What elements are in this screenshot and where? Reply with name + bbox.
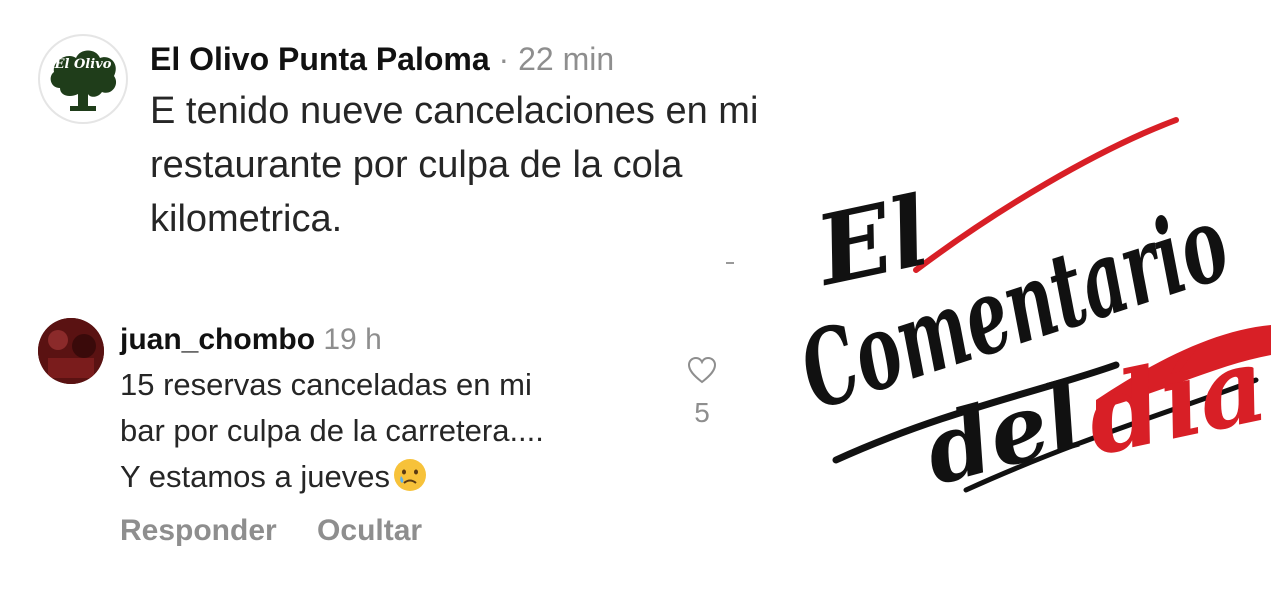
- username[interactable]: juan_chombo: [120, 323, 315, 356]
- comment-text-line: Y estamos a jueves: [120, 459, 390, 494]
- heart-icon[interactable]: [687, 356, 717, 384]
- avatar[interactable]: El Olivo: [38, 34, 128, 124]
- separator: ·: [498, 41, 510, 77]
- comment-text-line: 15 reservas canceladas en mi: [120, 367, 532, 402]
- comment-text: 15 reservas canceladas en mi bar por cul…: [120, 362, 680, 500]
- like-count: 5: [694, 397, 710, 428]
- logo-word-dia: día: [1076, 322, 1271, 480]
- comment-text-line: bar por culpa de la carretera....: [120, 413, 544, 448]
- olive-tree-logo-icon: El Olivo: [41, 37, 125, 121]
- comment-actions: Responder Ocultar: [120, 514, 680, 548]
- logo-text: El Olivo: [54, 57, 112, 72]
- hide-button[interactable]: Ocultar: [317, 514, 422, 547]
- reply-button[interactable]: Responder: [120, 514, 277, 547]
- like-control: 5: [682, 356, 722, 429]
- comment-header: juan_chombo 19 h: [120, 320, 680, 360]
- comment-header: El Olivo Punta Paloma · 22 min: [150, 38, 830, 80]
- comment-text-line: Y estamos a jueves: [120, 454, 680, 500]
- timestamp: 19 h: [323, 323, 382, 356]
- timestamp: 22 min: [518, 41, 615, 77]
- username[interactable]: El Olivo Punta Paloma: [150, 41, 490, 77]
- crying-face-icon: [393, 459, 426, 491]
- divider: [726, 262, 734, 264]
- user-photo-icon: [38, 318, 104, 384]
- comentario-del-dia-logo-graphic: El Comentario del día: [786, 117, 1271, 506]
- avatar[interactable]: [38, 318, 104, 384]
- comment-body: juan_chombo 19 h 15 reservas canceladas …: [120, 320, 680, 548]
- comment-body: El Olivo Punta Paloma · 22 min E tenido …: [150, 38, 830, 246]
- comentario-del-dia-logo: El Comentario del día: [786, 110, 1271, 510]
- comment-text: E tenido nueve cancelaciones en mi resta…: [150, 90, 759, 240]
